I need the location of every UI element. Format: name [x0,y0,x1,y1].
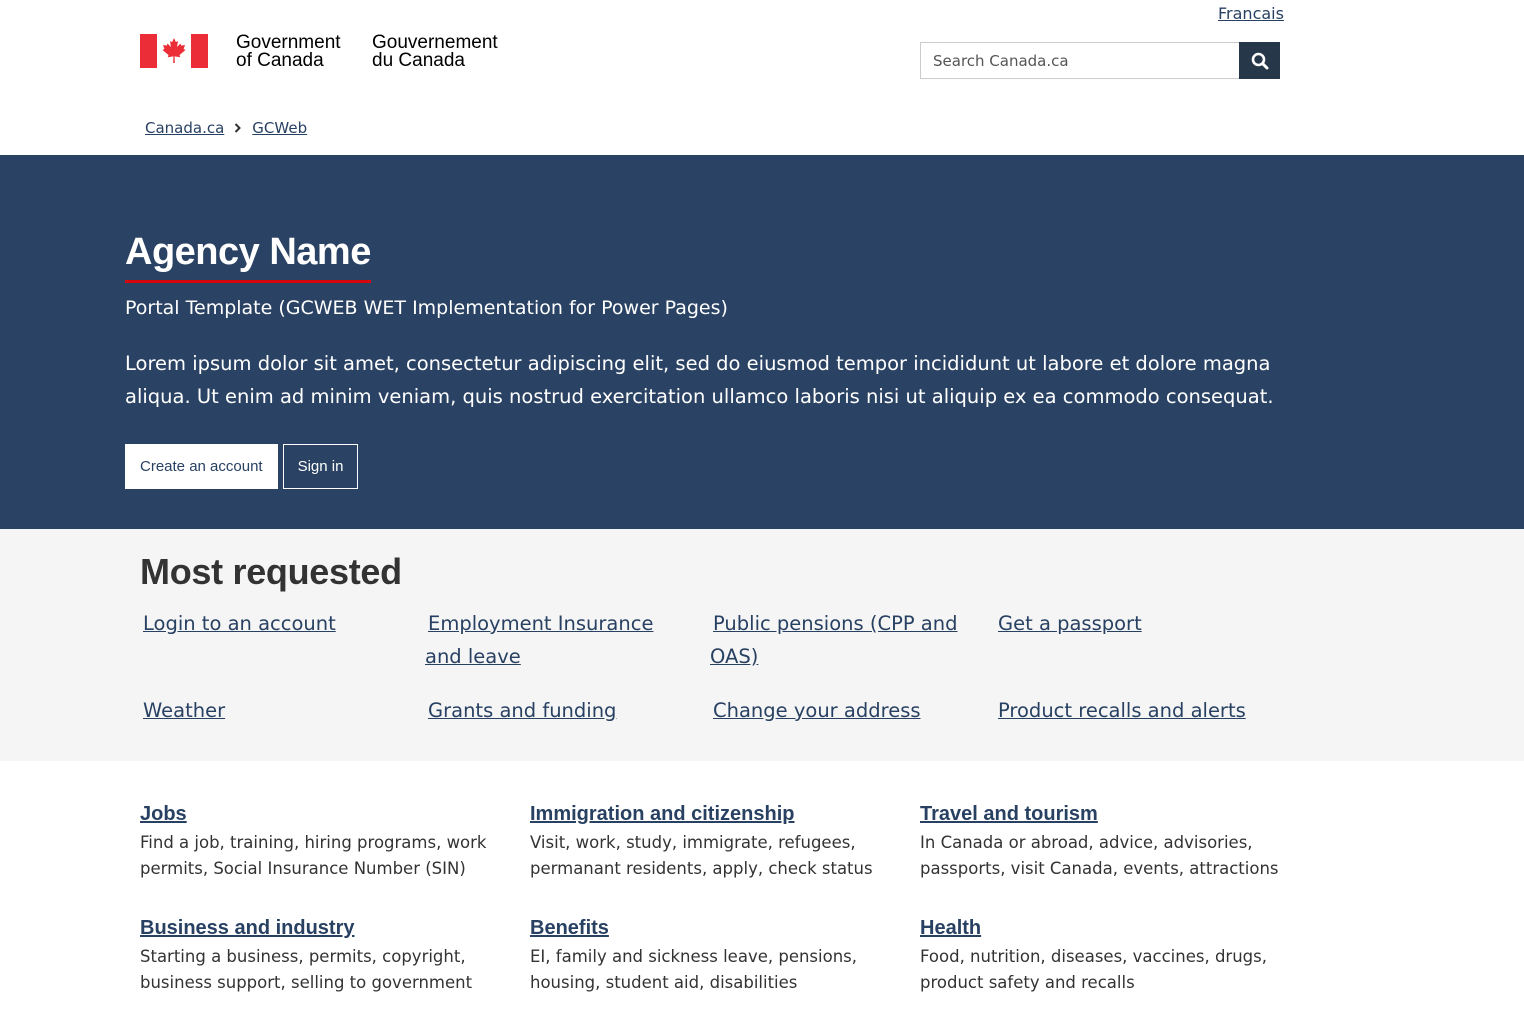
service-title-travel[interactable]: Travel and tourism [920,803,1098,826]
most-requested-link-change-address[interactable]: Change your address [713,694,973,727]
most-requested-link-weather[interactable]: Weather [143,694,403,727]
service-card-health: Health Food, nutrition, diseases, vaccin… [920,917,1280,996]
government-of-canada-signature[interactable]: Government of Canada Gouvernement du Can… [140,33,508,71]
service-desc-jobs: Find a job, training, hiring programs, w… [140,833,487,878]
search-button[interactable] [1239,42,1280,79]
service-desc-business: Starting a business, permits, copyright,… [140,947,473,992]
search-form [920,42,1280,79]
create-account-button[interactable]: Create an account [125,444,278,489]
service-title-jobs[interactable]: Jobs [140,803,187,826]
breadcrumb-gcweb[interactable]: GCWeb [252,119,307,137]
hero-actions: Create an account Sign in [125,444,359,489]
service-card-immigration: Immigration and citizenship Visit, work,… [530,803,890,882]
most-requested-link-login[interactable]: Login to an account [143,607,403,640]
service-card-benefits: Benefits EI, family and sickness leave, … [530,917,890,996]
service-desc-travel: In Canada or abroad, advice, advisories,… [920,833,1279,878]
service-title-business[interactable]: Business and industry [140,917,355,940]
brand-fr-line2: du Canada [372,50,465,71]
hero-banner: Agency Name Portal Template (GCWEB WET I… [0,155,1524,529]
most-requested-link-employment-insurance[interactable]: Employment Insurance and leave [425,607,695,673]
most-requested-link-public-pensions[interactable]: Public pensions (CPP and OAS) [710,607,970,673]
sign-in-button[interactable]: Sign in [282,444,359,489]
most-requested-link-product-recalls[interactable]: Product recalls and alerts [998,694,1298,727]
canada-flag-icon [140,34,208,68]
brand-en-line2: of Canada [236,50,324,71]
search-icon [1251,52,1268,69]
breadcrumb-canada-ca[interactable]: Canada.ca [145,119,224,137]
service-card-jobs: Jobs Find a job, training, hiring progra… [140,803,500,882]
wordmark: Government of Canada Gouvernement du Can… [236,33,508,71]
service-title-immigration[interactable]: Immigration and citizenship [530,803,794,826]
language-toggle-link[interactable]: Francais [1218,4,1284,23]
most-requested-link-passport[interactable]: Get a passport [998,607,1258,640]
service-title-health[interactable]: Health [920,917,981,940]
most-requested-heading: Most requested [140,551,402,592]
hero-subtitle: Portal Template (GCWEB WET Implementatio… [125,297,728,319]
service-card-travel: Travel and tourism In Canada or abroad, … [920,803,1280,882]
most-requested-link-grants[interactable]: Grants and funding [428,694,688,727]
most-requested-section: Most requested Login to an account Emplo… [0,529,1524,761]
service-desc-benefits: EI, family and sickness leave, pensions,… [530,947,858,992]
service-title-benefits[interactable]: Benefits [530,917,609,940]
service-desc-immigration: Visit, work, study, immigrate, refugees,… [530,833,873,878]
search-input[interactable] [920,42,1239,79]
hero-lead-text: Lorem ipsum dolor sit amet, consectetur … [125,352,1274,408]
page-title: Agency Name [125,231,371,283]
service-desc-health: Food, nutrition, diseases, vaccines, dru… [920,947,1267,992]
breadcrumb: Canada.ca GCWeb [145,119,307,137]
chevron-right-icon [234,123,242,133]
service-card-business: Business and industry Starting a busines… [140,917,500,996]
